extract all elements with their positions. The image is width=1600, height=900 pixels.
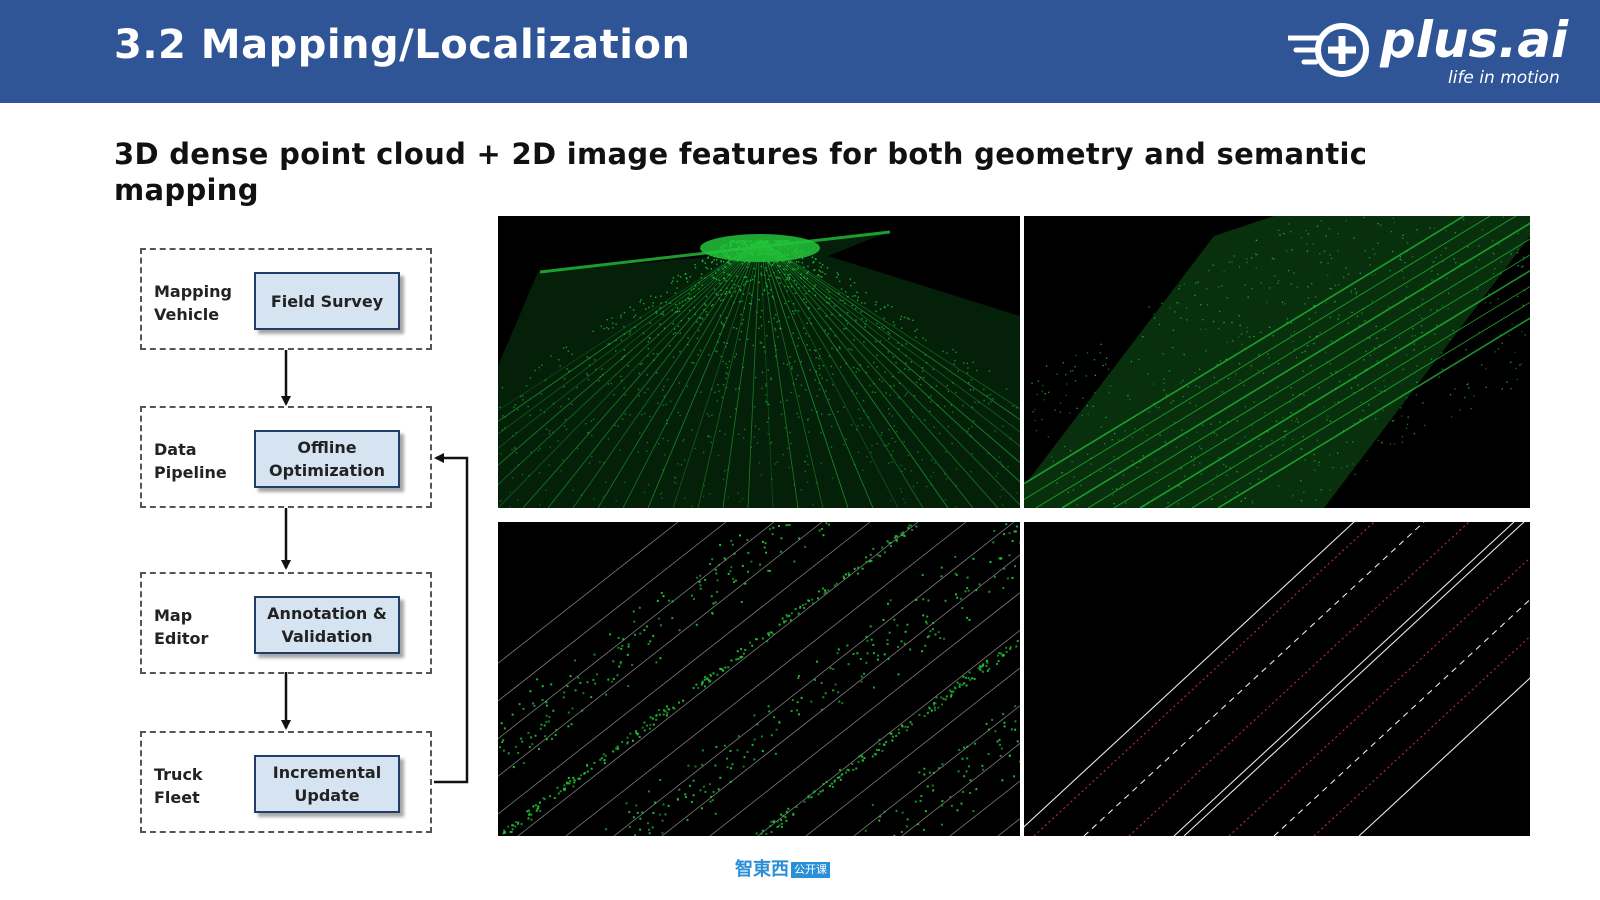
- slide-header: 3.2 Mapping/Localization plus.ai life in…: [0, 0, 1600, 103]
- green-lidar-road-topdown-icon: [1024, 216, 1530, 508]
- plus-ai-logo-icon: [1288, 23, 1369, 77]
- point-cloud-top-down-panel: [1024, 216, 1530, 508]
- visualization-panels: [498, 216, 1530, 836]
- footer-watermark: 智東西 公开课: [735, 858, 835, 882]
- stage-label: Map Editor: [154, 606, 209, 648]
- footer-brand: 智東西: [735, 859, 789, 880]
- mapping-flowchart: Mapping Vehicle Field Survey Data Pipeli…: [130, 240, 490, 860]
- lane-features-points-panel: [498, 522, 1020, 836]
- stage-label: Data Pipeline: [154, 440, 227, 482]
- stage-label: Truck Fleet: [154, 765, 203, 807]
- stage-data-pipeline: Data Pipeline Offline Optimization: [140, 406, 432, 508]
- green-lidar-road-perspective-icon: [498, 230, 1020, 508]
- stage-mapping-vehicle: Mapping Vehicle Field Survey: [140, 248, 432, 350]
- offline-optimization-box: Offline Optimization: [254, 430, 400, 488]
- point-cloud-perspective-panel: [498, 216, 1020, 508]
- logo-wordmark: plus.ai: [1380, 11, 1569, 69]
- stage-label: Mapping Vehicle: [154, 282, 232, 324]
- field-survey-box: Field Survey: [254, 272, 400, 330]
- stage-truck-fleet: Truck Fleet Incremental Update: [140, 731, 432, 833]
- feedback-arrow: [434, 453, 469, 784]
- annotation-validation-box: Annotation & Validation: [254, 596, 400, 654]
- footer-tag: 公开课: [791, 862, 830, 878]
- stage-map-editor: Map Editor Annotation & Validation: [140, 572, 432, 674]
- company-logo: plus.ai life in motion: [1288, 11, 1588, 92]
- white-red-lane-vectors-icon: [1024, 522, 1530, 836]
- lane-lines-vector-map-panel: [1024, 522, 1530, 836]
- slide-title: 3.2 Mapping/Localization: [114, 22, 691, 68]
- green-lane-points-with-lines-icon: [498, 522, 1020, 836]
- logo-tagline: life in motion: [1448, 68, 1560, 88]
- slide-subtitle: 3D dense point cloud + 2D image features…: [114, 137, 1368, 207]
- incremental-update-box: Incremental Update: [254, 755, 400, 813]
